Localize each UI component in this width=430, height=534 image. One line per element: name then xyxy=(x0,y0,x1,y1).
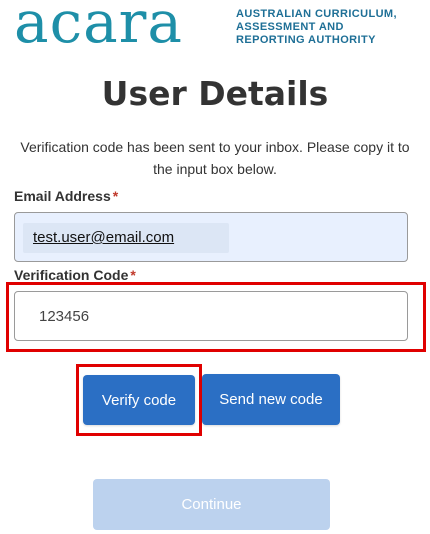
verification-code-value: 123456 xyxy=(39,308,90,325)
send-new-code-button[interactable]: Send new code xyxy=(202,374,340,425)
logo-organization-name: AUSTRALIAN CURRICULUM, ASSESSMENT AND RE… xyxy=(236,8,397,47)
intro-message: Verification code has been sent to your … xyxy=(20,139,410,177)
email-value: test.user@email.com xyxy=(33,229,175,246)
email-label-text: Email Address xyxy=(14,188,111,204)
verify-code-button[interactable]: Verify code xyxy=(83,375,195,425)
verification-code-input[interactable]: 123456 xyxy=(14,291,408,341)
required-marker: * xyxy=(112,188,119,204)
acara-logo: acara AUSTRALIAN CURRICULUM, ASSESSMENT … xyxy=(14,0,424,56)
email-label: Email Address * xyxy=(14,188,118,204)
logo-line: AUSTRALIAN CURRICULUM, xyxy=(236,8,397,20)
continue-button[interactable]: Continue xyxy=(93,479,330,530)
verification-code-label: Verification Code * xyxy=(14,267,136,283)
verification-code-label-text: Verification Code xyxy=(14,267,129,283)
required-marker: * xyxy=(130,267,136,283)
logo-wordmark: acara xyxy=(14,0,183,56)
page-title: User Details xyxy=(101,74,329,113)
email-autofill-highlight: test.user@email.com xyxy=(23,223,229,253)
logo-line: ASSESSMENT AND xyxy=(236,21,344,33)
email-field[interactable]: test.user@email.com xyxy=(14,212,408,262)
logo-line: REPORTING AUTHORITY xyxy=(236,34,376,46)
